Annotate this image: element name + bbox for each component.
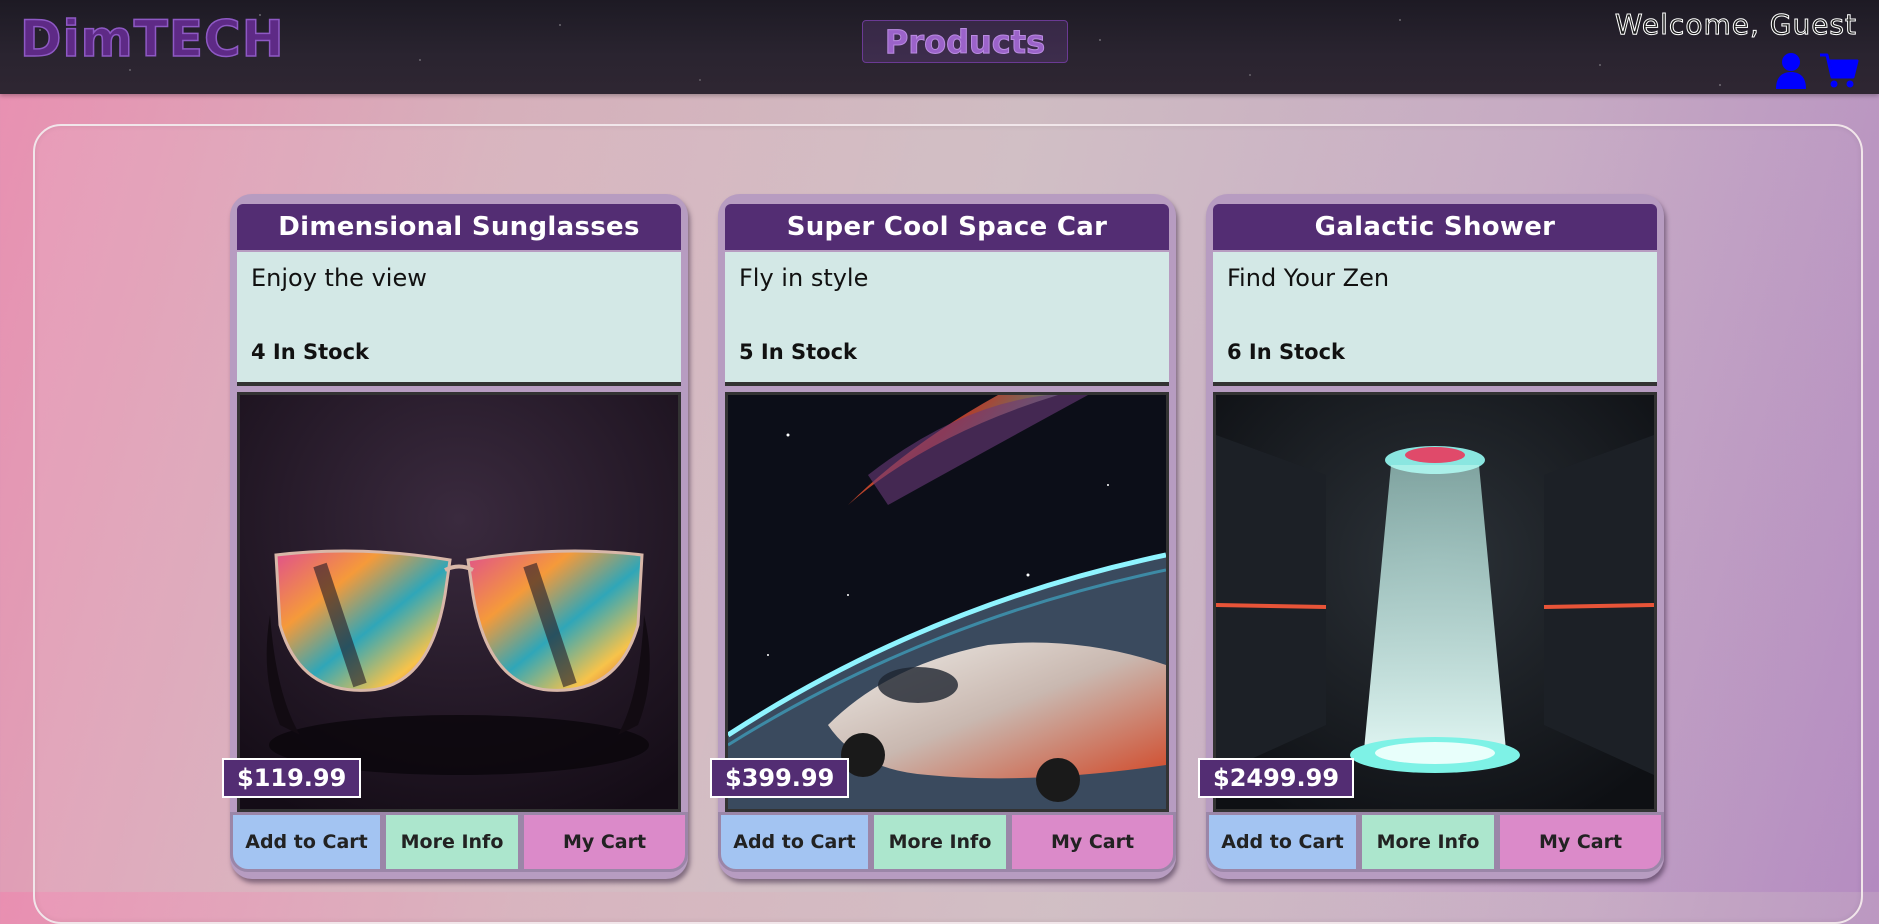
my-cart-button[interactable]: My Cart [1009, 812, 1176, 872]
add-to-cart-button[interactable]: Add to Cart [230, 812, 383, 872]
welcome-text: Welcome, Guest [1614, 8, 1857, 42]
product-details: Fly in style 5 In Stock [725, 252, 1169, 386]
product-details: Enjoy the view 4 In Stock [237, 252, 681, 386]
product-card: Galactic Shower Find Your Zen 6 In Stock [1198, 194, 1664, 879]
logo[interactable]: DimTECH [19, 9, 285, 69]
product-tagline: Enjoy the view [251, 264, 427, 292]
product-stock: 6 In Stock [1227, 340, 1346, 364]
more-info-button[interactable]: More Info [871, 812, 1009, 872]
product-actions: Add to Cart More Info My Cart [230, 812, 688, 872]
sunglasses-image[interactable] [237, 392, 681, 812]
add-to-cart-button[interactable]: Add to Cart [718, 812, 871, 872]
product-stock: 5 In Stock [739, 340, 858, 364]
product-price: $399.99 [710, 758, 850, 798]
user-icon[interactable] [1771, 52, 1811, 90]
product-tagline: Fly in style [739, 264, 869, 292]
product-title: Galactic Shower [1213, 204, 1657, 250]
cart-icon[interactable] [1819, 52, 1859, 90]
product-card: Dimensional Sunglasses Enjoy the view 4 … [222, 194, 688, 879]
product-card: Super Cool Space Car Fly in style 5 In S… [710, 194, 1176, 879]
nav-products-link[interactable]: Products [862, 20, 1068, 63]
product-actions: Add to Cart More Info My Cart [1206, 812, 1664, 872]
header-icons [1771, 52, 1859, 90]
header: DimTECH Products Welcome, Guest [0, 0, 1879, 94]
space-car-image[interactable] [725, 392, 1169, 812]
product-tagline: Find Your Zen [1227, 264, 1390, 292]
product-price: $119.99 [222, 758, 362, 798]
add-to-cart-button[interactable]: Add to Cart [1206, 812, 1359, 872]
product-title: Super Cool Space Car [725, 204, 1169, 250]
product-actions: Add to Cart More Info My Cart [718, 812, 1176, 872]
more-info-button[interactable]: More Info [383, 812, 521, 872]
product-stock: 4 In Stock [251, 340, 370, 364]
product-title: Dimensional Sunglasses [237, 204, 681, 250]
my-cart-button[interactable]: My Cart [1497, 812, 1664, 872]
product-price: $2499.99 [1198, 758, 1355, 798]
galactic-shower-image[interactable] [1213, 392, 1657, 812]
more-info-button[interactable]: More Info [1359, 812, 1497, 872]
my-cart-button[interactable]: My Cart [521, 812, 688, 872]
product-details: Find Your Zen 6 In Stock [1213, 252, 1657, 386]
